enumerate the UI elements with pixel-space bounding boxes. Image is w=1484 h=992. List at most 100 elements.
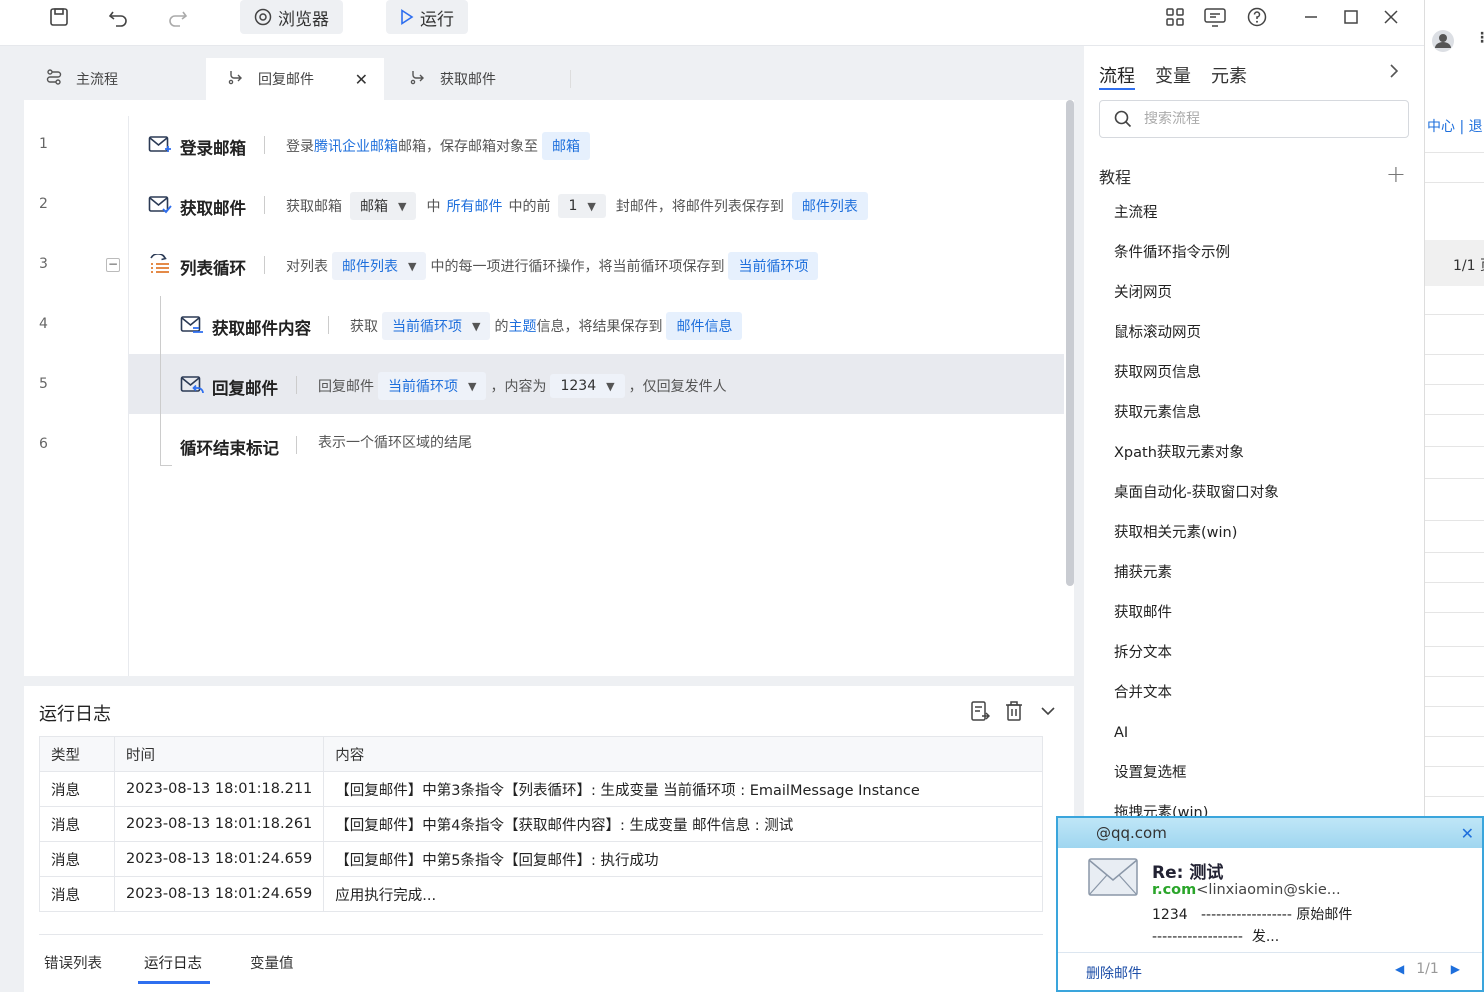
- trash-icon[interactable]: [1004, 700, 1024, 726]
- editor-scrollbar[interactable]: [1066, 100, 1074, 586]
- variable-chip[interactable]: 当前循环项: [728, 252, 819, 280]
- row-divider: [1425, 478, 1484, 479]
- minimize-icon[interactable]: [1296, 4, 1326, 30]
- next-arrow-icon[interactable]: ▶: [1451, 962, 1460, 976]
- content-dropdown[interactable]: 1234 ▼: [550, 374, 625, 398]
- browser-button[interactable]: 浏览器: [240, 0, 343, 34]
- desc-text: 登录: [286, 139, 314, 155]
- row-divider: [1425, 354, 1484, 355]
- close-tab-icon[interactable]: ✕: [355, 70, 368, 89]
- count-dropdown[interactable]: 1 ▼: [558, 194, 606, 218]
- list-item[interactable]: 鼠标滚动网页: [1114, 313, 1279, 353]
- line-number: 2: [39, 196, 48, 212]
- variable-chip[interactable]: 邮件列表: [791, 192, 868, 220]
- list-item[interactable]: 主流程: [1114, 193, 1279, 233]
- desc-text: 封邮件，将邮件列表保存到: [615, 199, 784, 215]
- tab-flow[interactable]: 流程: [1099, 62, 1135, 88]
- chevron-down-icon[interactable]: [1038, 700, 1058, 726]
- tab-elements[interactable]: 元素: [1211, 62, 1247, 88]
- delete-mail-link[interactable]: 删除邮件: [1086, 963, 1142, 983]
- run-button[interactable]: 运行: [386, 0, 468, 34]
- mail-notification[interactable]: @qq.com ✕ Re: 测试 r.com<linxiaomin@skie..…: [1056, 816, 1484, 992]
- close-window-icon[interactable]: [1376, 4, 1406, 30]
- chevron-down-icon: ▼: [398, 199, 407, 213]
- variable-chip[interactable]: 邮箱: [542, 132, 590, 160]
- prev-arrow-icon[interactable]: ◀: [1395, 962, 1404, 976]
- command-row-6[interactable]: 6 循环结束标记 表示一个循环区域的结尾: [24, 414, 1064, 474]
- table-row[interactable]: 消息 2023-08-13 18:01:18.261 【回复邮件】中第4条指令【…: [39, 806, 1043, 842]
- list-item[interactable]: Xpath获取元素对象: [1114, 433, 1279, 473]
- desc-link[interactable]: 所有邮件: [446, 196, 502, 216]
- desc-link[interactable]: 主题: [508, 316, 536, 336]
- command-title: 循环结束标记: [180, 439, 279, 458]
- list-item[interactable]: 获取元素信息: [1114, 393, 1279, 433]
- help-icon[interactable]: [1242, 4, 1272, 30]
- maximize-icon[interactable]: [1336, 4, 1366, 30]
- mail-reply-icon: [180, 374, 204, 396]
- command-list: 1 登录邮箱 登录 腾讯企业邮箱 邮箱，保存邮箱对象至 邮箱 2 获取邮件 获取…: [24, 100, 1064, 676]
- more-icon[interactable]: ⋮: [1475, 30, 1484, 46]
- tab-error-list[interactable]: 错误列表: [44, 952, 102, 973]
- variable-chip[interactable]: 邮件信息: [666, 312, 743, 340]
- monitor-chat-icon[interactable]: [1200, 4, 1230, 30]
- column-header[interactable]: 时间: [113, 736, 325, 772]
- flow-search-box[interactable]: [1099, 100, 1409, 138]
- list-item[interactable]: 获取邮件: [1114, 593, 1279, 633]
- undo-icon[interactable]: [104, 4, 134, 30]
- list-item[interactable]: 合并文本: [1114, 673, 1279, 713]
- desc-link[interactable]: 腾讯企业邮箱: [314, 136, 398, 156]
- list-dropdown[interactable]: 邮件列表 ▼: [332, 252, 427, 280]
- column-header[interactable]: 类型: [39, 736, 115, 772]
- list-item[interactable]: 条件循环指令示例: [1114, 233, 1279, 273]
- tab-label: 回复邮件: [258, 72, 314, 88]
- tab-run-log[interactable]: 运行日志: [144, 952, 202, 973]
- apps-grid-icon[interactable]: [1160, 4, 1190, 30]
- list-item[interactable]: 获取相关元素(win): [1114, 513, 1279, 553]
- desc-text: ，内容为: [490, 379, 547, 395]
- row-divider: [1425, 152, 1484, 153]
- list-item[interactable]: 捕获元素: [1114, 553, 1279, 593]
- command-row-5[interactable]: 5 回复邮件 回复邮件 当前循环项 ▼ ，内容为 1234 ▼ ，仅回复发件人: [24, 354, 1064, 414]
- row-divider: [1425, 582, 1484, 583]
- add-icon[interactable]: +: [1386, 160, 1406, 188]
- save-icon[interactable]: [44, 4, 74, 30]
- chip-label: 邮箱: [552, 139, 580, 155]
- side-panel-tabs: 流程 变量 元素: [1099, 62, 1247, 88]
- table-row[interactable]: 消息 2023-08-13 18:01:18.211 【回复邮件】中第3条指令【…: [39, 771, 1043, 807]
- command-row-4[interactable]: 4 获取邮件内容 获取 当前循环项 ▼ 的 主题 信息，将结果保存到 邮件信息: [24, 294, 1064, 354]
- table-row[interactable]: 消息 2023-08-13 18:01:24.659 【回复邮件】中第5条指令【…: [39, 841, 1043, 877]
- collapse-toggle-icon[interactable]: −: [106, 258, 120, 272]
- list-item[interactable]: 桌面自动化-获取窗口对象: [1114, 473, 1279, 513]
- command-description: 获取邮箱 邮箱 ▼ 中 所有邮件 中的前 1 ▼ 封邮件，将邮件列表保存到 邮件列表: [286, 192, 872, 220]
- tab-main-flow[interactable]: 主流程: [24, 58, 206, 100]
- redo-icon[interactable]: [162, 4, 192, 30]
- export-log-icon[interactable]: [970, 700, 991, 726]
- list-item[interactable]: AI: [1114, 713, 1279, 753]
- list-item[interactable]: 拆分文本: [1114, 633, 1279, 673]
- tab-get-mail[interactable]: 获取邮件: [388, 58, 570, 100]
- list-item[interactable]: 设置复选框: [1114, 753, 1279, 793]
- chip-label: 邮件信息: [676, 319, 733, 335]
- header-link[interactable]: 中心 | 退: [1427, 116, 1483, 136]
- item-dropdown[interactable]: 当前循环项 ▼: [378, 372, 487, 400]
- chevron-down-icon: ▼: [408, 259, 417, 273]
- avatar-icon[interactable]: [1431, 28, 1465, 58]
- list-item[interactable]: 获取网页信息: [1114, 353, 1279, 393]
- item-dropdown[interactable]: 当前循环项 ▼: [382, 312, 491, 340]
- tab-variable-values[interactable]: 变量值: [250, 952, 294, 973]
- list-item[interactable]: 关闭网页: [1114, 273, 1279, 313]
- log-type: 消息: [39, 876, 115, 912]
- tab-variables[interactable]: 变量: [1155, 62, 1191, 88]
- close-icon[interactable]: ✕: [1461, 824, 1474, 843]
- command-row-1[interactable]: 1 登录邮箱 登录 腾讯企业邮箱 邮箱，保存邮箱对象至 邮箱: [24, 114, 1064, 174]
- chevron-right-icon[interactable]: [1388, 62, 1400, 83]
- search-input[interactable]: [1144, 111, 1384, 127]
- from-address: <linxiaomin@skie...: [1196, 882, 1341, 898]
- subflow-icon: [228, 69, 244, 89]
- command-row-2[interactable]: 2 获取邮件 获取邮箱 邮箱 ▼ 中 所有邮件 中的前 1 ▼ 封邮件，将邮件列表保…: [24, 174, 1064, 234]
- column-header[interactable]: 内容: [323, 736, 1043, 772]
- tab-reply-mail[interactable]: 回复邮件 ✕: [206, 58, 384, 100]
- mailbox-dropdown[interactable]: 邮箱 ▼: [350, 192, 417, 220]
- table-row[interactable]: 消息 2023-08-13 18:01:24.659 应用执行完成...: [39, 876, 1043, 912]
- command-row-3[interactable]: 3 − 列表循环 对列表 邮件列表 ▼ 中的每一项进行循环操作，将当前循环项保存到…: [24, 234, 1064, 294]
